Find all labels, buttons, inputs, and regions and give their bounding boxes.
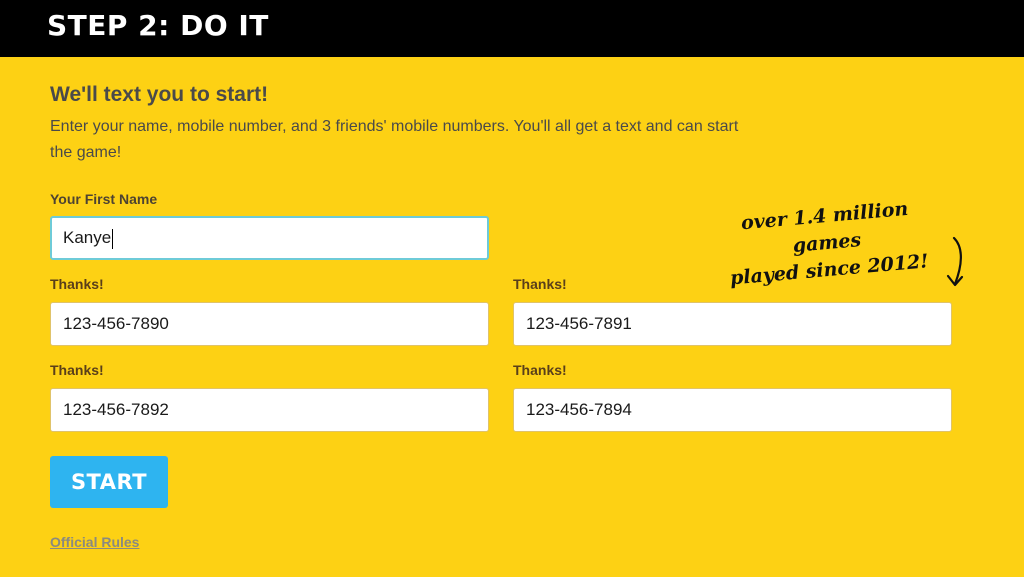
phone-2-label: Thanks! (513, 276, 567, 292)
phone-4-input[interactable]: 123-456-7894 (513, 388, 952, 432)
first-name-value: Kanye (63, 228, 112, 247)
start-button[interactable]: START (50, 456, 168, 508)
intro-description: Enter your name, mobile number, and 3 fr… (50, 118, 739, 161)
curved-arrow-down-icon (946, 236, 964, 287)
first-name-label: Your First Name (50, 191, 158, 207)
games-played-annotation: over 1.4 million games played since 2012… (709, 193, 945, 294)
first-name-input[interactable]: Kanye (50, 216, 489, 260)
phone-3-label: Thanks! (50, 362, 104, 378)
phone-1-input[interactable]: 123-456-7890 (50, 302, 489, 346)
page-title: STEP 2: DO IT (47, 9, 269, 42)
phone-3-input[interactable]: 123-456-7892 (50, 388, 489, 432)
intro-heading: We'll text you to start! (50, 83, 269, 106)
phone-4-label: Thanks! (513, 362, 567, 378)
top-bar: STEP 2: DO IT (0, 0, 1024, 57)
phone-2-input[interactable]: 123-456-7891 (513, 302, 952, 346)
text-caret (112, 228, 114, 249)
official-rules-link[interactable]: Official Rules (50, 534, 139, 550)
phone-1-label: Thanks! (50, 276, 104, 292)
